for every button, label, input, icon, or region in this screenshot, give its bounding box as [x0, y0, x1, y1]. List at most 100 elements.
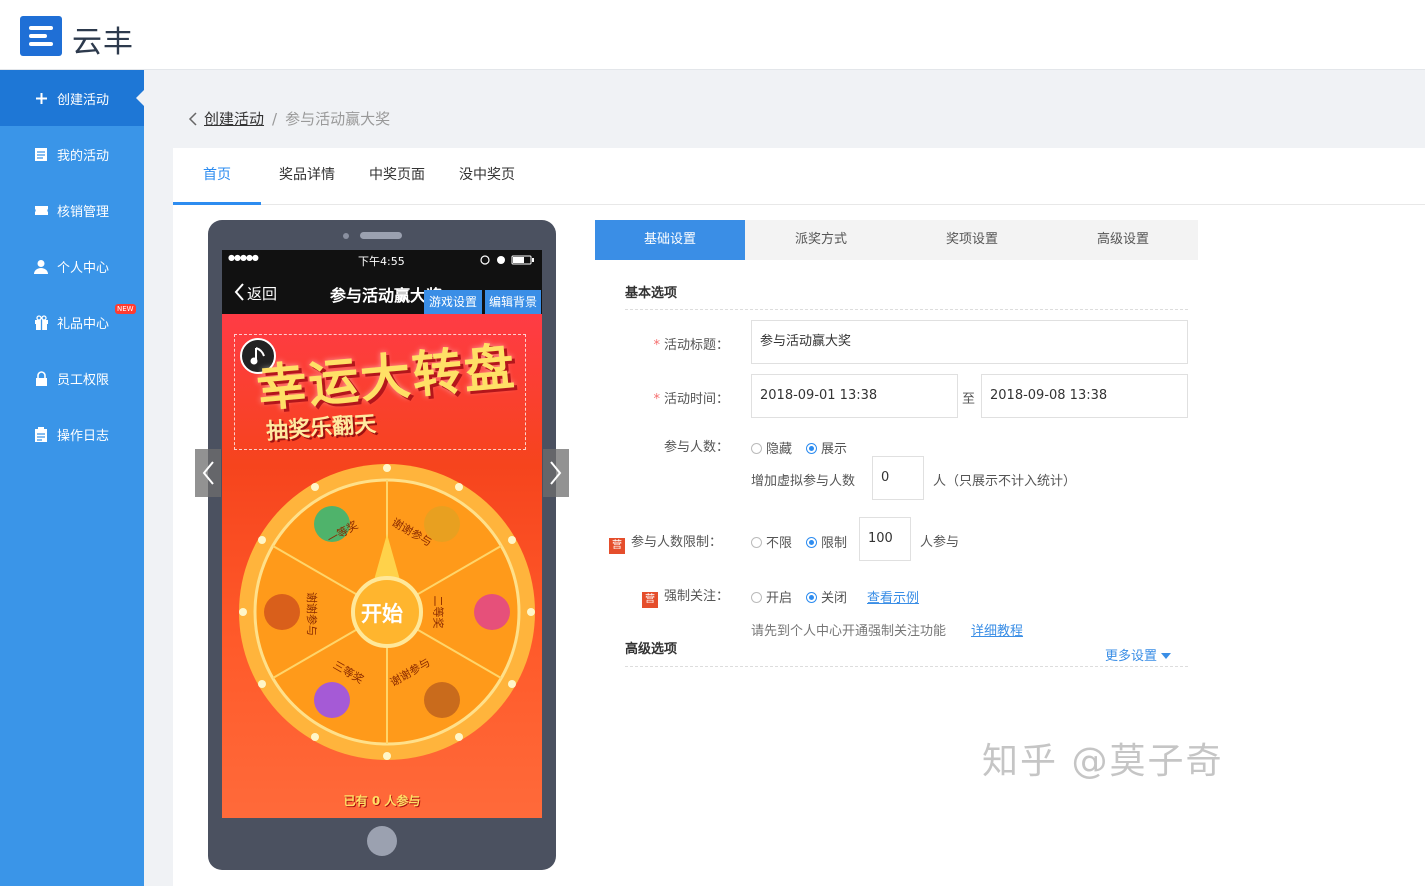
wheel-start-button[interactable]: 开始: [352, 598, 412, 628]
radio-hide[interactable]: 隐藏: [751, 438, 792, 457]
sidebar-item-label: 个人中心: [57, 260, 110, 276]
sidebar-item-create-activity[interactable]: 创建活动: [0, 70, 144, 126]
participants-count: 已有 0 人参与: [343, 794, 421, 808]
page-tabs: 首页 奖品详情 中奖页面 没中奖页: [173, 148, 1425, 205]
watermark: 知乎 @莫子奇: [982, 741, 1224, 782]
logo-icon: [20, 16, 62, 56]
tab-prize-settings[interactable]: 奖项设置: [897, 220, 1047, 260]
phone-home-button: [367, 826, 397, 856]
back-arrow-icon[interactable]: [234, 283, 244, 301]
sidebar-item-label: 我的活动: [57, 148, 110, 164]
tab-lose-page[interactable]: 没中奖页: [445, 148, 529, 205]
tab-win-page[interactable]: 中奖页面: [355, 148, 439, 205]
sidebar-item-label: 员工权限: [57, 372, 110, 388]
participant-count-label: 参与人数：: [663, 440, 729, 455]
participant-limit-suffix: 人参与: [920, 535, 960, 550]
ticket-icon: [33, 202, 49, 218]
radio-button[interactable]: [751, 443, 762, 454]
editor-panel: 首页 奖品详情 中奖页面 没中奖页 ●●●●● 下午4:55 返回 参与活动赢大…: [173, 148, 1425, 886]
activity-title-label: * 活动标题：: [653, 338, 729, 353]
radio-button[interactable]: [751, 592, 762, 603]
radio-limited[interactable]: 限制: [806, 532, 847, 551]
plus-icon: [33, 90, 49, 106]
chevron-right-icon: [550, 461, 562, 485]
basic-options-title: 基本选项: [625, 286, 678, 301]
radio-button[interactable]: [806, 592, 817, 603]
force-follow-label: 营强制关注：: [642, 585, 729, 608]
virtual-count-hint: 人（只展示不计入统计）: [933, 474, 1077, 489]
sidebar-item-label: 核销管理: [57, 204, 110, 220]
edit-background-button[interactable]: 编辑背景: [485, 290, 541, 314]
time-separator: 至: [962, 392, 976, 407]
game-area: 幸运大转盘 抽奖乐翻天 开始 一等奖 谢谢参与 二等奖 谢谢参与 三等奖 谢谢参…: [222, 314, 542, 818]
activity-title-input[interactable]: 参与活动赢大奖: [751, 320, 1188, 364]
sidebar-item-verification[interactable]: 核销管理: [0, 182, 144, 238]
phone-speaker: [360, 232, 402, 239]
sidebar: 创建活动 我的活动 核销管理 个人中心 礼品中心 NEW 员工权限 操作日志: [0, 70, 144, 886]
chevron-left-icon[interactable]: [188, 111, 198, 126]
radio-show[interactable]: 展示: [806, 438, 847, 457]
virtual-count-input[interactable]: 0: [872, 456, 924, 500]
sidebar-item-staff-permissions[interactable]: 员工权限: [0, 350, 144, 406]
logo-text: 云丰: [72, 25, 134, 60]
breadcrumb-current: 参与活动赢大奖: [285, 110, 391, 128]
marketing-badge: 营: [642, 592, 658, 608]
settings-tabs: 基础设置 派奖方式 奖项设置 高级设置: [595, 220, 1198, 260]
virtual-count-label: 增加虚拟参与人数: [751, 474, 856, 489]
sidebar-item-label: 礼品中心: [57, 316, 110, 332]
phone-screen: ●●●●● 下午4:55 返回 参与活动赢大奖 游戏设置 编辑背景 幸运大转盘 …: [222, 250, 542, 818]
tab-prize-details[interactable]: 奖品详情: [265, 148, 349, 205]
sidebar-item-personal-center[interactable]: 个人中心: [0, 238, 144, 294]
divider: [625, 309, 1188, 310]
new-badge: NEW: [115, 304, 136, 314]
gift-icon: [33, 314, 49, 330]
radio-button[interactable]: [806, 537, 817, 548]
radio-button[interactable]: [806, 443, 817, 454]
wheel-segment-label: 二等奖: [431, 595, 445, 629]
sidebar-item-my-activities[interactable]: 我的活动: [0, 126, 144, 182]
signal-indicator: ●●●●●: [228, 253, 259, 262]
phone-back-label[interactable]: 返回: [247, 283, 277, 304]
activity-time-label: * 活动时间：: [653, 392, 729, 407]
phone-preview: ●●●●● 下午4:55 返回 参与活动赢大奖 游戏设置 编辑背景 幸运大转盘 …: [208, 220, 556, 870]
wheel-segment-label: 谢谢参与: [305, 592, 318, 636]
tab-award-method[interactable]: 派奖方式: [746, 220, 896, 260]
lock-icon: [33, 370, 49, 386]
radio-follow-on[interactable]: 开启: [751, 587, 792, 606]
follow-hint: 请先到个人中心开通强制关注功能: [751, 624, 947, 639]
sidebar-item-label: 创建活动: [57, 92, 110, 108]
chevron-left-icon: [202, 461, 214, 485]
game-settings-button[interactable]: 游戏设置: [424, 290, 482, 314]
tab-advanced-settings[interactable]: 高级设置: [1048, 220, 1198, 260]
breadcrumb-back-link[interactable]: 创建活动: [204, 108, 264, 129]
view-example-link[interactable]: 查看示例: [867, 587, 919, 606]
top-header: 云丰: [0, 0, 1425, 70]
battery-icon: [480, 255, 534, 265]
prev-arrow-button[interactable]: [195, 449, 221, 497]
radio-button[interactable]: [751, 537, 762, 548]
sidebar-item-operation-log[interactable]: 操作日志: [0, 406, 144, 462]
user-icon: [33, 258, 49, 274]
status-time: 下午4:55: [358, 255, 405, 268]
phone-camera: [343, 233, 349, 239]
tab-basic-settings[interactable]: 基础设置: [595, 220, 745, 260]
sidebar-item-gift-center[interactable]: 礼品中心 NEW: [0, 294, 144, 350]
tutorial-link[interactable]: 详细教程: [971, 620, 1023, 639]
marketing-badge: 营: [609, 538, 625, 554]
participant-limit-input[interactable]: 100: [859, 517, 911, 561]
main-content: 创建活动 / 参与活动赢大奖 首页 奖品详情 中奖页面 没中奖页 ●●●●● 下…: [144, 70, 1425, 886]
more-settings-link[interactable]: 更多设置: [1105, 645, 1172, 664]
breadcrumb-separator: /: [272, 109, 278, 128]
radio-unlimited[interactable]: 不限: [751, 532, 792, 551]
radio-follow-off[interactable]: 关闭: [806, 587, 847, 606]
end-time-input[interactable]: 2018-09-08 13:38: [981, 374, 1188, 418]
breadcrumb: 创建活动 / 参与活动赢大奖: [188, 108, 390, 129]
tab-home[interactable]: 首页: [173, 148, 261, 205]
caret-down-icon: [1161, 653, 1172, 659]
start-time-input[interactable]: 2018-09-01 13:38: [751, 374, 958, 418]
next-arrow-button[interactable]: [543, 449, 569, 497]
sidebar-item-label: 操作日志: [57, 428, 110, 444]
log-icon: [33, 426, 49, 442]
divider: [625, 666, 1188, 667]
advanced-options-title: 高级选项: [625, 642, 678, 657]
